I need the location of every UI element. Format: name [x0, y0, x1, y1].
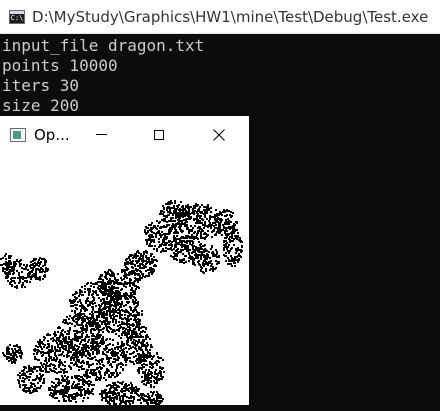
console-titlebar[interactable]: C:\ D:\MyStudy\Graphics\HW1\mine\Test\De… [0, 0, 440, 34]
minimize-icon [95, 134, 107, 135]
dragon-fractal [0, 200, 243, 405]
opengl-app-icon [10, 127, 26, 142]
close-button[interactable] [190, 116, 248, 153]
opengl-render-canvas[interactable] [0, 153, 249, 405]
console-line-size: size 200 [2, 96, 80, 115]
close-icon [213, 128, 225, 141]
opengl-window-title: Op... [34, 125, 70, 144]
opengl-titlebar[interactable]: Op... [0, 116, 249, 153]
console-output: input_file dragon.txt points 10000 iters… [0, 36, 440, 116]
maximize-icon [154, 129, 164, 140]
console-line-iters: iters 30 [2, 76, 80, 95]
maximize-button[interactable] [130, 116, 188, 153]
console-line-input-file: input_file dragon.txt [2, 36, 205, 55]
opengl-window[interactable]: Op... [0, 116, 249, 405]
console-title: D:\MyStudy\Graphics\HW1\mine\Test\Debug\… [32, 7, 429, 26]
console-app-icon: C:\ [9, 9, 25, 24]
console-line-points: points 10000 [2, 56, 118, 75]
minimize-button[interactable] [72, 116, 130, 153]
